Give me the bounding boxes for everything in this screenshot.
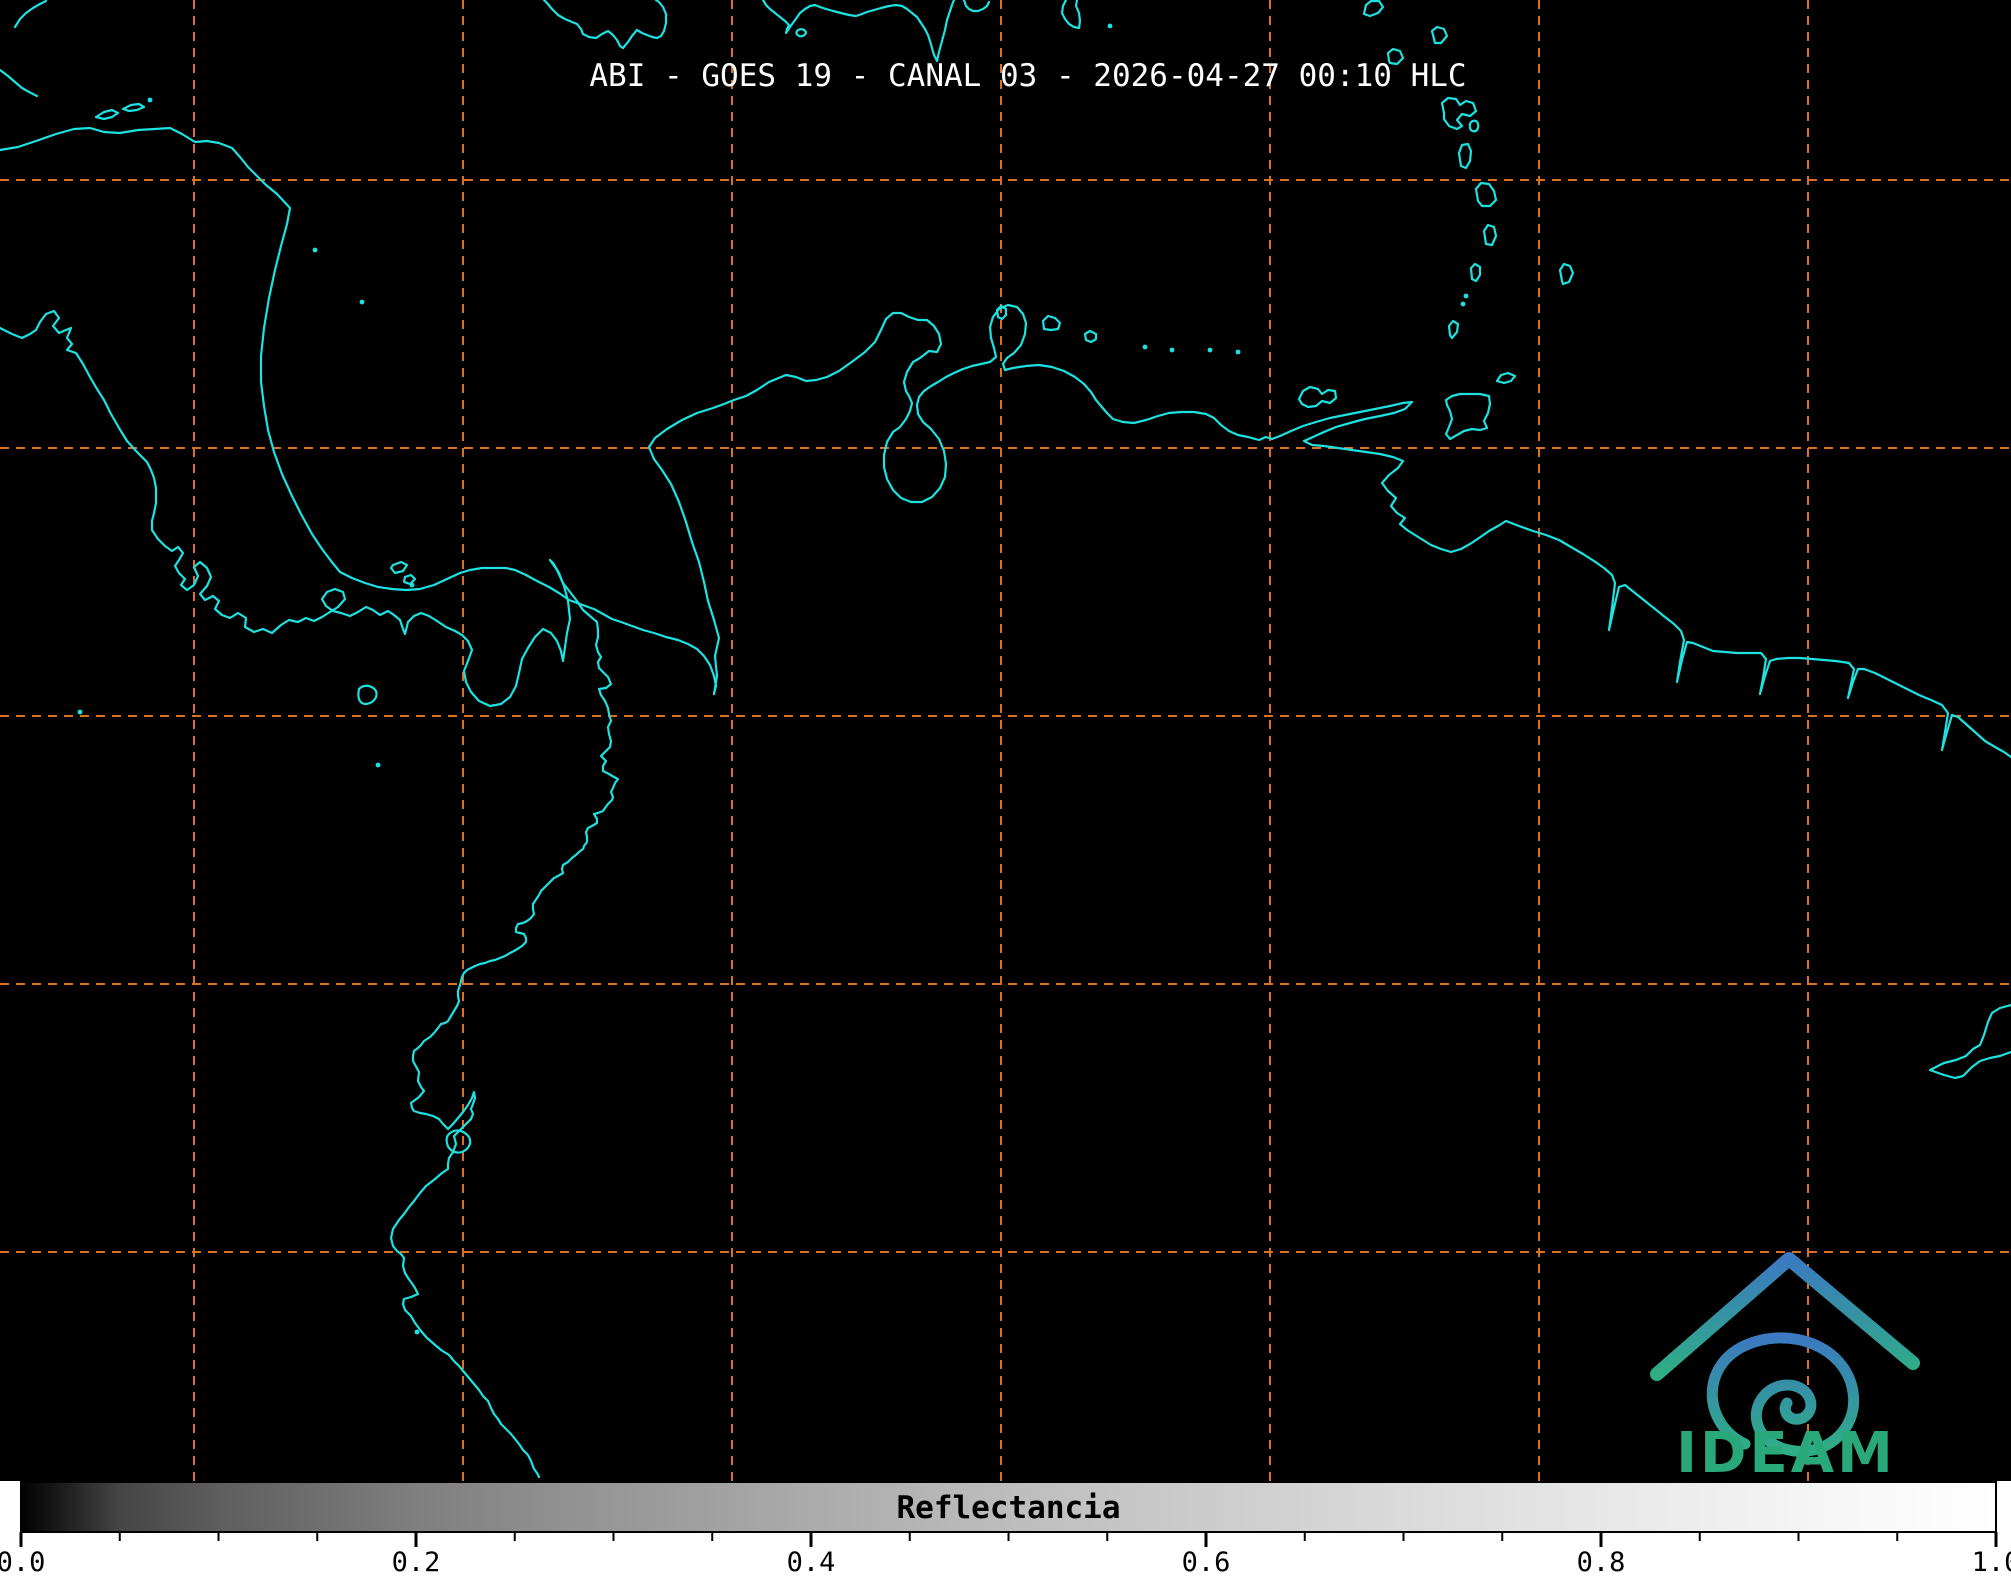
colorbar-tick-label: 0.4 [787,1547,836,1577]
colorbar-tick-label: 1.0 [1972,1547,2011,1577]
colorbar-tick-label: 0.6 [1182,1547,1231,1577]
image-title: ABI - GOES 19 - CANAL 03 - 2026-04-27 00… [589,58,1466,94]
colorbar-title: Reflectancia [897,1490,1121,1526]
goes-satellite-image: ABI - GOES 19 - CANAL 03 - 2026-04-27 00… [0,0,2011,1577]
colorbar-tick-label: 0.8 [1577,1547,1626,1577]
colorbar-tick-label: 0.2 [392,1547,441,1577]
map-background [0,0,2011,1481]
colorbar-tick-label: 0.0 [0,1547,45,1577]
logo-wordmark: IDEAM [1676,1421,1896,1486]
scene-canvas: ABI - GOES 19 - CANAL 03 - 2026-04-27 00… [0,0,2011,1577]
